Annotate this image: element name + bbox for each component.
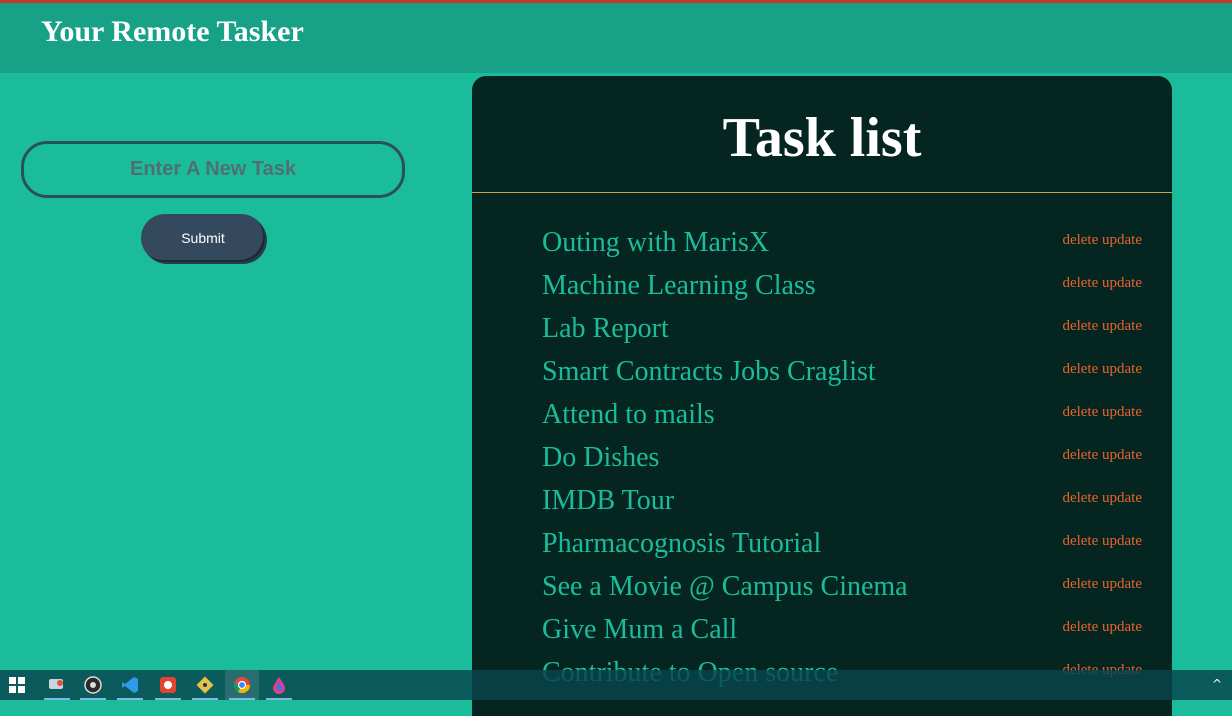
chrome-icon[interactable]: [225, 670, 259, 700]
update-link[interactable]: update: [1102, 533, 1142, 549]
remote-desktop-icon[interactable]: [40, 670, 74, 700]
task-actions: delete update: [1062, 361, 1142, 378]
delete-link[interactable]: delete: [1062, 447, 1098, 463]
recorder-icon[interactable]: [151, 670, 185, 700]
delete-link[interactable]: delete: [1062, 361, 1098, 377]
delete-link[interactable]: delete: [1062, 404, 1098, 420]
update-link[interactable]: update: [1102, 447, 1142, 463]
update-link[interactable]: update: [1102, 275, 1142, 291]
task-item: Give Mum a Call delete update: [542, 614, 1142, 658]
task-name: Attend to mails: [542, 399, 715, 430]
task-name: Smart Contracts Jobs Craglist: [542, 356, 876, 387]
task-item: See a Movie @ Campus Cinema delete updat…: [542, 571, 1142, 615]
title-divider: [472, 192, 1172, 193]
tray-chevron-up-icon[interactable]: ^: [1210, 677, 1224, 691]
task-name: Lab Report: [542, 313, 669, 344]
update-link[interactable]: update: [1102, 576, 1142, 592]
task-actions: delete update: [1062, 275, 1142, 292]
task-name: Do Dishes: [542, 442, 660, 473]
windows-taskbar: ^: [0, 670, 1232, 700]
drop-icon[interactable]: [262, 670, 296, 700]
app-header: Your Remote Tasker: [0, 3, 1232, 73]
task-name: Outing with MarisX: [542, 227, 770, 258]
task-actions: delete update: [1062, 447, 1142, 464]
delete-link[interactable]: delete: [1062, 490, 1098, 506]
task-item: Pharmacognosis Tutorial delete update: [542, 528, 1142, 572]
delete-link[interactable]: delete: [1062, 619, 1098, 635]
task-actions: delete update: [1062, 533, 1142, 550]
update-link[interactable]: update: [1102, 490, 1142, 506]
task-list: Outing with MarisX delete update Machine…: [542, 227, 1142, 701]
app-title: Your Remote Tasker: [41, 15, 304, 48]
delete-link[interactable]: delete: [1062, 576, 1098, 592]
task-name: See a Movie @ Campus Cinema: [542, 571, 908, 602]
task-item: Smart Contracts Jobs Craglist delete upd…: [542, 356, 1142, 400]
update-link[interactable]: update: [1102, 361, 1142, 377]
task-actions: delete update: [1062, 232, 1142, 249]
task-name: Machine Learning Class: [542, 270, 816, 301]
task-actions: delete update: [1062, 490, 1142, 507]
task-list-title: Task list: [722, 107, 922, 169]
submit-button[interactable]: Submit: [141, 214, 265, 262]
delete-link[interactable]: delete: [1062, 232, 1098, 248]
task-list-panel: Task list Outing with MarisX delete upda…: [472, 76, 1172, 716]
new-task-input[interactable]: [21, 141, 405, 198]
task-actions: delete update: [1062, 619, 1142, 636]
task-name: Pharmacognosis Tutorial: [542, 528, 822, 559]
task-actions: delete update: [1062, 576, 1142, 593]
delete-link[interactable]: delete: [1062, 318, 1098, 334]
task-item: Machine Learning Class delete update: [542, 270, 1142, 314]
update-link[interactable]: update: [1102, 619, 1142, 635]
task-item: IMDB Tour delete update: [542, 485, 1142, 529]
vscode-icon[interactable]: [113, 670, 147, 700]
task-item: Do Dishes delete update: [542, 442, 1142, 486]
task-item: Outing with MarisX delete update: [542, 227, 1142, 271]
windows-start-icon[interactable]: [0, 670, 34, 700]
task-name: IMDB Tour: [542, 485, 675, 516]
delete-link[interactable]: delete: [1062, 533, 1098, 549]
update-link[interactable]: update: [1102, 318, 1142, 334]
update-link[interactable]: update: [1102, 404, 1142, 420]
delete-link[interactable]: delete: [1062, 275, 1098, 291]
update-link[interactable]: update: [1102, 232, 1142, 248]
obs-icon[interactable]: [76, 670, 110, 700]
task-name: Give Mum a Call: [542, 614, 738, 645]
task-actions: delete update: [1062, 318, 1142, 335]
task-item: Attend to mails delete update: [542, 399, 1142, 443]
git-icon[interactable]: [188, 670, 222, 700]
task-actions: delete update: [1062, 404, 1142, 421]
task-item: Lab Report delete update: [542, 313, 1142, 357]
